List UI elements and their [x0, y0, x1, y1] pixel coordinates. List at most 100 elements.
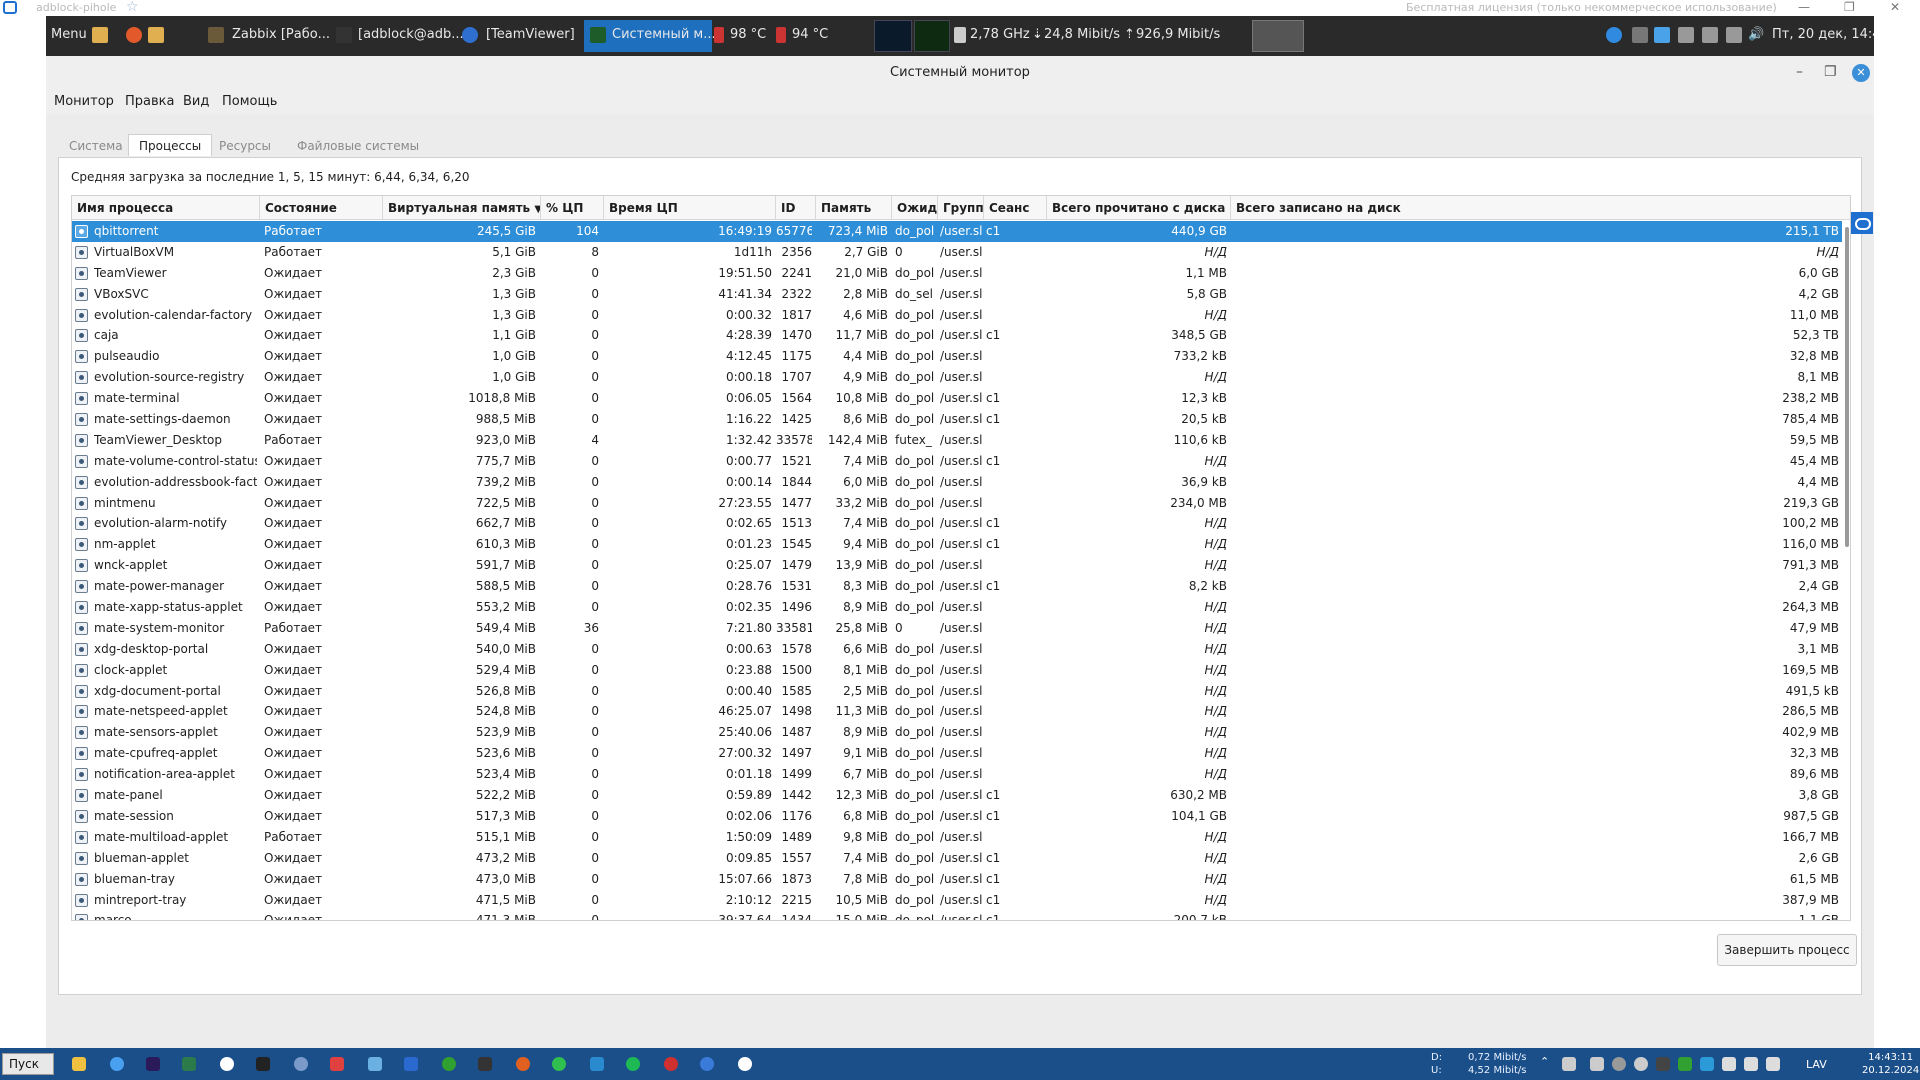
tray-icon[interactable]: [1656, 1057, 1670, 1071]
table-row[interactable]: clock-applet Ожидает 529,4 MiB 0 0:23.88 1500…: [72, 660, 1842, 681]
table-row[interactable]: marco Ожидает 471,3 MiB 0 39:37.64 1434 15,0 M…: [72, 910, 1842, 920]
menu-view[interactable]: Вид: [183, 94, 209, 109]
battery-icon[interactable]: [1702, 27, 1718, 43]
table-scrollbar[interactable]: [1843, 221, 1850, 920]
teamviewer-tray-icon[interactable]: [1606, 27, 1622, 43]
task-zabbix[interactable]: Zabbix [Рабо...: [232, 27, 330, 42]
maximize-icon[interactable]: ❐: [1844, 0, 1855, 14]
table-row[interactable]: nm-applet Ожидает 610,3 MiB 0 0:01.23 1545 9,4…: [72, 534, 1842, 555]
table-row[interactable]: VBoxSVC Ожидает 1,3 GiB 0 41:41.34 2322 2,8 Mi…: [72, 284, 1842, 305]
tray-expand-icon[interactable]: ⌃: [1540, 1055, 1554, 1069]
table-row[interactable]: xdg-document-portal Ожидает 526,8 MiB 0 0:00…: [72, 681, 1842, 702]
tray-icon[interactable]: [1722, 1057, 1736, 1071]
app-icon[interactable]: [404, 1057, 418, 1071]
col-cpu-percent[interactable]: % ЦП: [541, 196, 604, 220]
col-disk-write[interactable]: Всего записано на диск: [1231, 196, 1843, 220]
tray-icon[interactable]: [1634, 1057, 1648, 1071]
files-icon[interactable]: [148, 27, 164, 43]
col-session[interactable]: Сеанс: [984, 196, 1047, 220]
tab-resources[interactable]: Ресурсы: [208, 134, 282, 156]
panel-clock[interactable]: Пт, 20 дек, 14:43: [1772, 27, 1874, 42]
scrollbar-thumb[interactable]: [1845, 227, 1849, 547]
network-icon[interactable]: [1726, 27, 1742, 43]
minimize-icon[interactable]: —: [1798, 0, 1810, 14]
col-cpu-time[interactable]: Время ЦП: [604, 196, 776, 220]
table-row[interactable]: VirtualBoxVM Работает 5,1 GiB 8 1d11h 2356 2,7…: [72, 242, 1842, 263]
app-icon[interactable]: [478, 1057, 492, 1071]
table-row[interactable]: mate-netspeed-applet Ожидает 524,8 MiB 0 46:…: [72, 701, 1842, 722]
table-row[interactable]: mate-terminal Ожидает 1018,8 MiB 0 0:06.05 15…: [72, 388, 1842, 409]
table-row[interactable]: mate-cpufreq-applet Ожидает 523,6 MiB 0 27:0…: [72, 743, 1842, 764]
col-state[interactable]: Состояние: [260, 196, 383, 220]
explorer-icon[interactable]: [72, 1057, 86, 1071]
menu-button[interactable]: Menu: [51, 27, 87, 42]
table-row[interactable]: xdg-desktop-portal Ожидает 540,0 MiB 0 0:00.…: [72, 639, 1842, 660]
excel-icon[interactable]: [182, 1057, 196, 1071]
window-maximize-icon[interactable]: ❐: [1824, 64, 1837, 80]
chrome-icon[interactable]: [442, 1057, 456, 1071]
table-row[interactable]: blueman-tray Ожидает 473,0 MiB 0 15:07.66 187…: [72, 869, 1842, 890]
browser-icon[interactable]: [126, 27, 142, 43]
col-wait[interactable]: Ожид: [892, 196, 938, 220]
clipboard-icon[interactable]: [1678, 27, 1694, 43]
keyboard-layout[interactable]: LAV: [1806, 1058, 1827, 1071]
mem-load-graph[interactable]: [914, 20, 950, 52]
window-close-icon[interactable]: ✕: [1852, 64, 1870, 82]
table-row[interactable]: mintreport-tray Ожидает 471,5 MiB 0 2:10:12 2…: [72, 890, 1842, 911]
table-row[interactable]: mate-system-monitor Работает 549,4 MiB 36 7:…: [72, 618, 1842, 639]
menu-help[interactable]: Помощь: [222, 94, 277, 109]
app-icon[interactable]: [110, 1057, 124, 1071]
tray-icon[interactable]: [1612, 1057, 1626, 1071]
teamviewer-taskbar-icon[interactable]: [738, 1057, 752, 1071]
tray-icon[interactable]: [1678, 1057, 1692, 1071]
end-process-button[interactable]: Завершить процесс: [1717, 934, 1857, 966]
table-row[interactable]: mate-xapp-status-applet Ожидает 553,2 MiB 0…: [72, 597, 1842, 618]
table-row[interactable]: mate-power-manager Ожидает 588,5 MiB 0 0:28.…: [72, 576, 1842, 597]
app-icon[interactable]: [590, 1057, 604, 1071]
table-row[interactable]: mate-sensors-applet Ожидает 523,9 MiB 0 25:4…: [72, 722, 1842, 743]
speaker-icon[interactable]: [1766, 1057, 1780, 1071]
table-row[interactable]: mate-session Ожидает 517,3 MiB 0 0:02.06 1176…: [72, 806, 1842, 827]
tab-system[interactable]: Система: [58, 134, 134, 156]
telegram-icon[interactable]: [1700, 1057, 1714, 1071]
table-row[interactable]: evolution-addressbook-facto Ожидает 739,2 …: [72, 472, 1842, 493]
table-row[interactable]: mate-volume-control-status-i Ожидает 775,7…: [72, 451, 1842, 472]
app-icon[interactable]: [664, 1057, 678, 1071]
col-virtual-memory[interactable]: Виртуальная память ▼: [383, 196, 541, 220]
menu-monitor[interactable]: Монитор: [54, 94, 114, 109]
table-row[interactable]: mate-multiload-applet Работает 515,1 MiB 0 1…: [72, 827, 1842, 848]
app-icon[interactable]: [220, 1057, 234, 1071]
premiere-icon[interactable]: [146, 1057, 160, 1071]
table-row[interactable]: TeamViewer Ожидает 2,3 GiB 0 19:51.50 2241 21,…: [72, 263, 1842, 284]
tray-icon[interactable]: [1744, 1057, 1758, 1071]
col-group[interactable]: Группа: [938, 196, 984, 220]
table-row[interactable]: evolution-alarm-notify Ожидает 662,7 MiB 0 0…: [72, 513, 1842, 534]
table-row[interactable]: TeamViewer_Desktop Работает 923,0 MiB 4 1:32…: [72, 430, 1842, 451]
spotify-icon[interactable]: [626, 1057, 640, 1071]
table-row[interactable]: wnck-applet Ожидает 591,7 MiB 0 0:25.07 1479 1…: [72, 555, 1842, 576]
task-teamviewer[interactable]: [TeamViewer]: [486, 27, 575, 42]
app-icon[interactable]: [330, 1057, 344, 1071]
task-terminal[interactable]: [adblock@adb...: [358, 27, 464, 42]
teamviewer-side-panel-icon[interactable]: [1851, 212, 1873, 234]
cpu-load-graph[interactable]: [874, 20, 912, 52]
bluetooth-icon[interactable]: [1632, 27, 1648, 43]
col-disk-read[interactable]: Всего прочитано с диска: [1047, 196, 1231, 220]
close-icon[interactable]: ✕: [1890, 0, 1900, 14]
tray-icon[interactable]: [1590, 1057, 1604, 1071]
app-icon[interactable]: [294, 1057, 308, 1071]
table-row[interactable]: pulseaudio Ожидает 1,0 GiB 0 4:12.45 1175 4,4 …: [72, 346, 1842, 367]
folder-icon[interactable]: [92, 27, 108, 43]
start-button[interactable]: Пуск: [2, 1053, 54, 1075]
window-minimize-icon[interactable]: –: [1796, 64, 1803, 80]
taskbar-clock[interactable]: 14:43:11 20.12.2024: [1862, 1051, 1919, 1077]
workspace-switcher[interactable]: [1252, 20, 1304, 52]
table-row[interactable]: notification-area-applet Ожидает 523,4 MiB…: [72, 764, 1842, 785]
task-system-monitor[interactable]: Системный м...: [612, 27, 716, 42]
table-row[interactable]: qbittorrent Работает 245,5 GiB 104 16:49:19 6…: [72, 221, 1842, 242]
update-icon[interactable]: [1654, 27, 1670, 43]
tab-processes[interactable]: Процессы: [128, 134, 213, 156]
table-row[interactable]: caja Ожидает 1,1 GiB 0 4:28.39 1470 11,7 MiB do…: [72, 325, 1842, 346]
col-memory[interactable]: Память: [816, 196, 892, 220]
table-row[interactable]: mate-settings-daemon Ожидает 988,5 MiB 0 1:1…: [72, 409, 1842, 430]
